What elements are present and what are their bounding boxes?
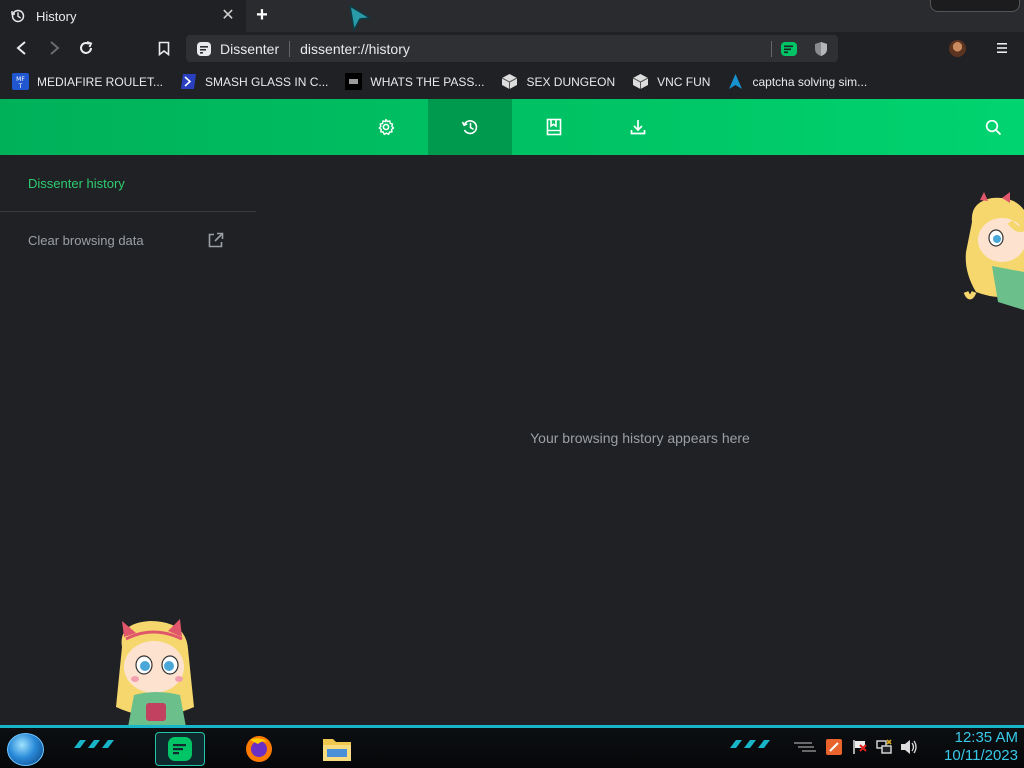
cursor-icon xyxy=(348,4,372,32)
dissenter-logo-icon xyxy=(168,737,192,761)
site-name: Dissenter xyxy=(220,40,280,57)
dissenter-logo-icon xyxy=(197,41,211,56)
bookmark-item[interactable]: SMASH GLASS IN C... xyxy=(180,73,328,90)
omnibox-divider xyxy=(289,40,291,57)
forward-button[interactable] xyxy=(42,36,66,60)
bookmark-item[interactable]: captcha solving sim... xyxy=(727,73,867,90)
tab-title: History xyxy=(36,8,77,24)
folder-icon xyxy=(323,739,351,761)
powershell-icon xyxy=(180,73,197,90)
sidebar-divider xyxy=(0,211,256,212)
sidebar-history-link[interactable]: Dissenter history xyxy=(28,176,125,191)
history-icon xyxy=(461,120,478,135)
tab-close-icon[interactable]: ✕ xyxy=(220,8,236,24)
external-link-icon xyxy=(208,232,224,248)
forward-arrow-icon xyxy=(50,41,60,55)
omnibox-divider xyxy=(771,40,772,57)
nav-downloads[interactable] xyxy=(596,99,680,155)
bookmark-item[interactable]: MF T MEDIAFIRE ROULET... xyxy=(12,73,163,90)
site-info-chip[interactable]: Dissenter xyxy=(196,41,279,57)
system-tray xyxy=(792,739,918,755)
reload-button[interactable] xyxy=(74,36,98,60)
search-icon xyxy=(985,119,1001,135)
taskbar-file-explorer-button[interactable] xyxy=(312,732,362,766)
url-text[interactable]: dissenter://history xyxy=(300,41,771,57)
history-page-header xyxy=(0,99,1024,155)
bookmark-page-button[interactable] xyxy=(152,36,176,60)
clear-browsing-data-link[interactable]: Clear browsing data xyxy=(28,232,224,249)
toolbar: Dissenter dissenter://history xyxy=(0,32,1024,64)
gear-icon xyxy=(378,118,395,136)
bookmark-label: captcha solving sim... xyxy=(752,74,868,89)
taskbar-clock[interactable]: 12:35 AM 10/11/2023 xyxy=(944,729,1018,765)
bookmarks-bar: MF T MEDIAFIRE ROULET... SMASH GLASS IN C… xyxy=(0,64,1024,99)
clear-browsing-data-label: Clear browsing data xyxy=(28,233,144,248)
clock-date: 10/11/2023 xyxy=(944,747,1018,764)
main-menu-button[interactable] xyxy=(990,36,1014,60)
bookmark-label: MEDIAFIRE ROULET... xyxy=(37,74,164,89)
dice-icon xyxy=(632,73,649,90)
desktop-mascot-sticker xyxy=(116,619,194,727)
volume-icon[interactable] xyxy=(900,739,918,755)
bookmark-item[interactable]: WHATS THE PASS... xyxy=(345,73,484,90)
network-icon[interactable] xyxy=(876,739,892,755)
app-tray-icon[interactable] xyxy=(826,739,842,755)
taskbar-ornament xyxy=(730,740,770,748)
svg-text:MF: MF xyxy=(16,76,25,83)
nav-settings[interactable] xyxy=(344,99,428,155)
back-arrow-icon xyxy=(16,41,26,55)
arch-icon xyxy=(727,73,744,90)
bookmark-label: SEX DUNGEON xyxy=(526,74,616,89)
firefox-icon xyxy=(246,736,272,762)
hamburger-menu-icon xyxy=(997,43,1007,53)
dissenter-extension-icon[interactable] xyxy=(780,41,798,57)
taskbar-ornament xyxy=(74,740,114,748)
desktop-mascot-sticker xyxy=(963,192,1024,310)
bookmark-label: SMASH GLASS IN C... xyxy=(205,74,329,89)
window-frame-ornament xyxy=(930,0,1020,12)
taskbar: 12:35 AM 10/11/2023 xyxy=(0,725,1024,768)
empty-history-message: Your browsing history appears here xyxy=(530,430,750,446)
new-tab-button[interactable]: + xyxy=(251,5,273,27)
address-bar[interactable]: Dissenter dissenter://history xyxy=(186,35,838,62)
bookmark-icon xyxy=(158,41,170,56)
action-center-flag-icon[interactable] xyxy=(852,739,868,755)
bookmark-label: VNC FUN xyxy=(657,74,711,89)
back-button[interactable] xyxy=(10,36,34,60)
dice-icon xyxy=(501,73,518,90)
mediafire-icon: MF T xyxy=(12,73,29,90)
download-icon xyxy=(630,120,646,135)
history-icon xyxy=(11,9,25,23)
search-button[interactable] xyxy=(951,99,1024,155)
shield-icon[interactable] xyxy=(814,41,828,57)
tab-history[interactable]: History ✕ xyxy=(0,0,246,32)
bookmark-item[interactable]: VNC FUN xyxy=(632,73,710,90)
svg-text:T: T xyxy=(18,83,23,90)
taskbar-firefox-button[interactable] xyxy=(234,732,284,766)
bookmark-label: WHATS THE PASS... xyxy=(370,74,485,89)
show-hidden-icons-icon[interactable] xyxy=(792,741,816,753)
tab-strip: History ✕ + xyxy=(0,0,1024,32)
nav-bookmarks[interactable] xyxy=(512,99,596,155)
profile-avatar[interactable] xyxy=(949,40,966,57)
start-button[interactable] xyxy=(7,733,44,766)
bookmark-item[interactable]: SEX DUNGEON xyxy=(501,73,615,90)
nav-history[interactable] xyxy=(428,99,512,155)
bookmarks-icon xyxy=(546,118,562,136)
clock-time: 12:35 AM xyxy=(954,729,1018,746)
taskbar-dissenter-button[interactable] xyxy=(155,732,205,766)
terminal-icon xyxy=(345,73,363,90)
reload-icon xyxy=(80,41,93,54)
